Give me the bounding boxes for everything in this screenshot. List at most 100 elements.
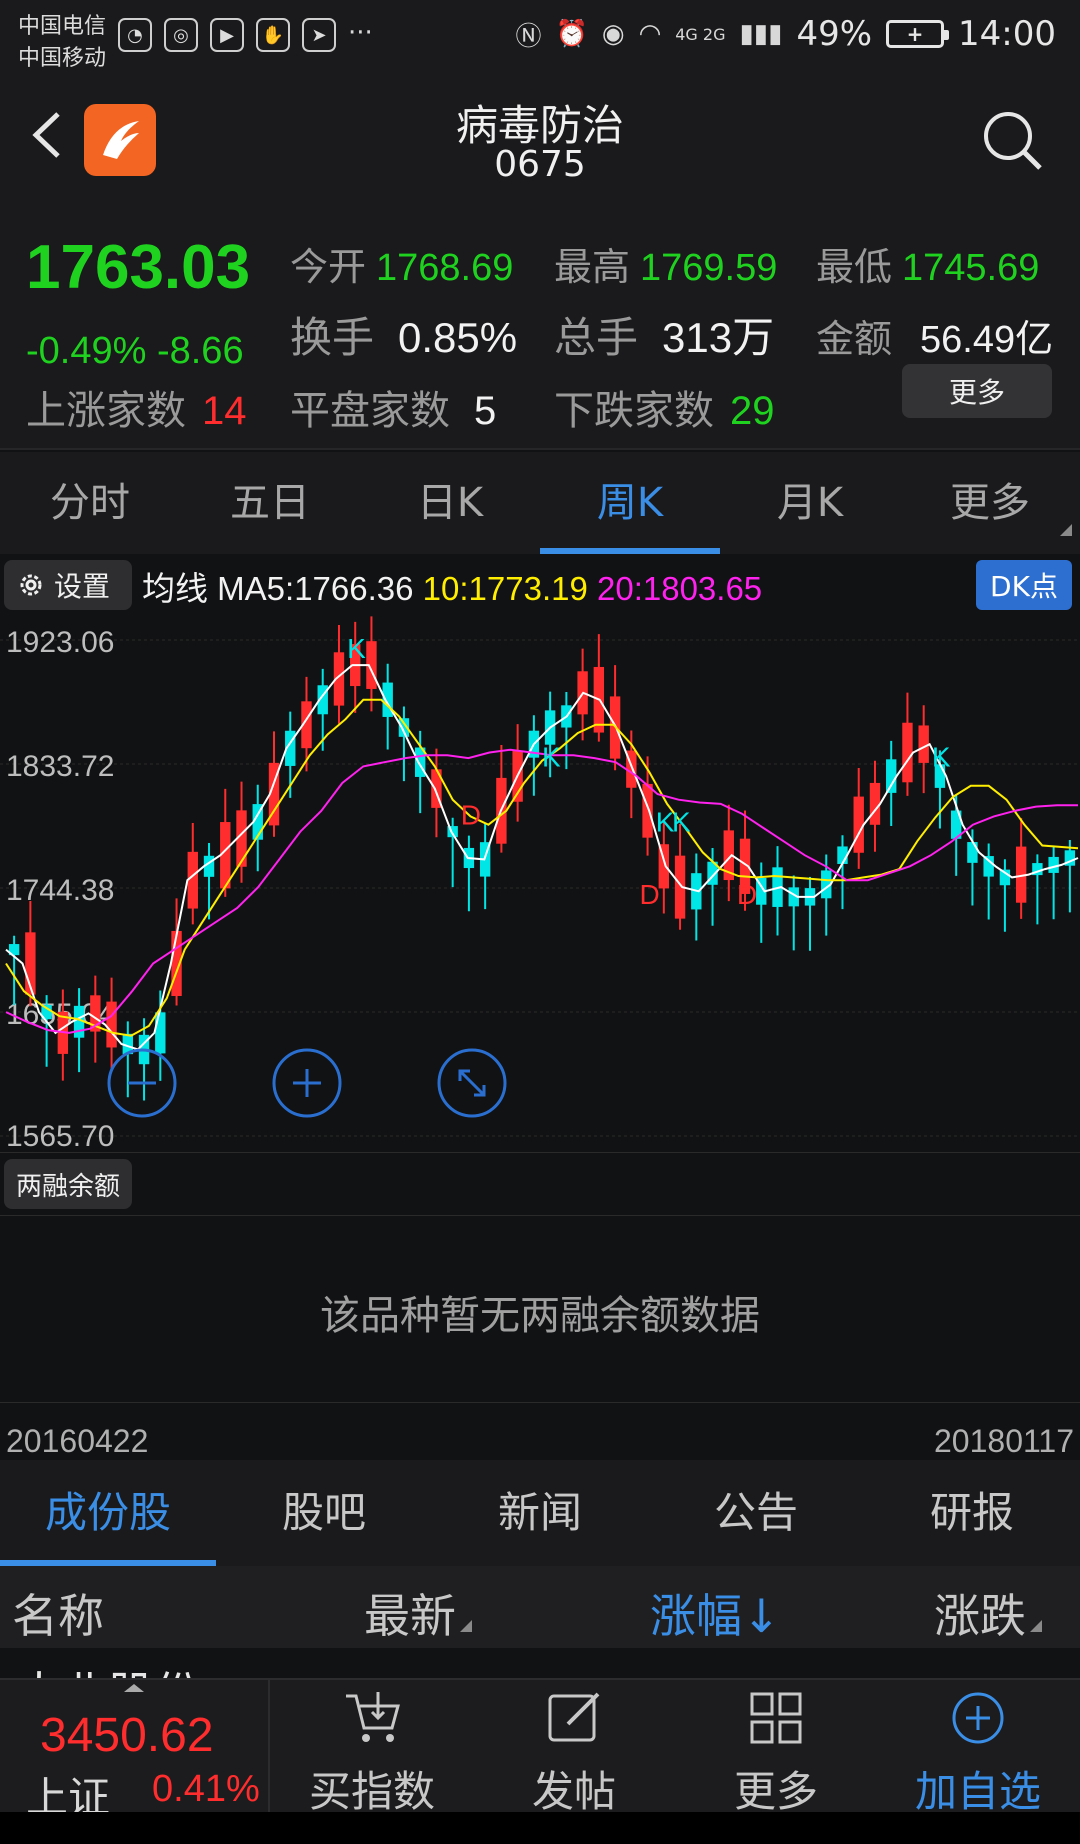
amount-value: 56.49亿 <box>920 319 1054 361</box>
chart-svg: 1923.061833.721744.381655.041565.70KKKKK… <box>0 616 1080 1152</box>
corner-arrow-icon <box>1060 524 1072 536</box>
ma5-value: 均线 MA5:1766.36 <box>142 570 414 607</box>
y-tick-label: 1923.06 <box>6 626 114 659</box>
ma-line-ma5 <box>5 664 1079 1051</box>
battery-percent: 49% <box>796 14 873 54</box>
tab-forum[interactable]: 股吧 <box>216 1460 432 1566</box>
candle-body <box>869 782 881 825</box>
up-count-label: 上涨家数 <box>26 388 186 434</box>
notification-icons: ◔ ◎ ▶ ✋ ➤ ··· <box>118 18 373 52</box>
column-change[interactable]: 涨跌 <box>934 1580 1042 1646</box>
tab-news[interactable]: 新闻 <box>432 1460 648 1566</box>
tab-daily-k[interactable]: 日K <box>360 452 540 554</box>
header: 病毒防治 0675 <box>0 80 1080 190</box>
candle-body <box>983 856 994 877</box>
volume-stat: 总手 313万 <box>554 304 774 365</box>
low-stat: 最低 1745.69 <box>816 236 1039 291</box>
date-end: 20180117 <box>934 1423 1074 1459</box>
system-nav-bar <box>0 1812 1080 1844</box>
high-stat: 最高 1769.59 <box>554 236 777 291</box>
chart-settings-button[interactable]: 设置 <box>4 560 132 610</box>
list-item-name: 大北股份 <box>16 1658 200 1678</box>
tab-weekly-k[interactable]: 周K <box>540 452 720 554</box>
wechat-icon: ◔ <box>118 18 152 52</box>
column-latest[interactable]: 最新 <box>364 1580 472 1646</box>
list-item[interactable]: 大北股份 <box>0 1648 1080 1678</box>
sort-corner-icon <box>1030 1620 1042 1632</box>
ma-values: 均线 MA5:1766.36 10:1773.19 20:1803.65 <box>142 562 762 610</box>
column-name: 名称 <box>12 1589 104 1643</box>
flat-count-stat: 平盘家数 5 <box>290 378 496 436</box>
post-label: 发帖 <box>531 1767 616 1816</box>
y-tick-label: 1744.38 <box>6 874 114 907</box>
signal-marker: K <box>347 633 366 664</box>
turnover-stat: 换手 0.85% <box>290 304 517 365</box>
sort-corner-icon <box>460 1620 472 1632</box>
flat-count-label: 平盘家数 <box>290 388 450 434</box>
ma-bar: 设置 均线 MA5:1766.36 10:1773.19 20:1803.65 … <box>0 554 1080 616</box>
browser-icon: ◎ <box>164 18 198 52</box>
clock: 14:00 <box>958 14 1056 54</box>
telegram-icon: ➤ <box>302 18 336 52</box>
cart-icon <box>346 1692 400 1742</box>
up-count-value: 14 <box>202 389 247 433</box>
margin-balance-tag[interactable]: 两融余额 <box>4 1159 132 1209</box>
signal-marker: D <box>737 879 757 910</box>
candlestick-chart[interactable]: 1923.061833.721744.381655.041565.70KKKKK… <box>0 616 1080 1152</box>
margin-empty-message: 该品种暂无两融余额数据 <box>320 1293 760 1339</box>
quote-more-button[interactable]: 更多 <box>902 364 1052 418</box>
search-icon[interactable] <box>980 108 1044 172</box>
dk-point-button[interactable]: DK点 <box>976 560 1072 610</box>
candle-body <box>187 851 198 909</box>
ma10-value: 10:1773.19 <box>422 570 588 607</box>
column-latest-label: 最新 <box>364 1589 456 1643</box>
tab-intraday[interactable]: 分时 <box>0 452 180 554</box>
caret-up-icon <box>124 1684 144 1692</box>
buy-index-label: 买指数 <box>308 1767 435 1816</box>
divider <box>0 1215 1080 1216</box>
period-tabs: 分时 五日 日K 周K 月K 更多 <box>0 452 1080 554</box>
open-stat: 今开 1768.69 <box>290 236 513 291</box>
alarm-icon: ⏰ <box>555 19 588 49</box>
column-change-label: 涨跌 <box>934 1589 1026 1643</box>
eye-icon: ◉ <box>601 19 625 49</box>
post-button[interactable]: 发帖 <box>474 1680 674 1816</box>
high-label: 最高 <box>554 245 631 289</box>
add-watchlist-button[interactable]: 加自选 <box>878 1680 1078 1816</box>
tab-announcements[interactable]: 公告 <box>648 1460 864 1566</box>
carrier-1: 中国电信 <box>18 14 107 39</box>
candle-body <box>1048 856 1059 873</box>
index-ticker[interactable]: 3450.62 上证 0.41% <box>0 1680 270 1822</box>
column-change-pct[interactable]: 涨幅↓ <box>650 1580 781 1646</box>
tab-five-day[interactable]: 五日 <box>180 452 360 554</box>
video-icon: ▶ <box>210 18 244 52</box>
tab-research[interactable]: 研报 <box>864 1460 1080 1566</box>
tab-monthly-k[interactable]: 月K <box>720 452 900 554</box>
signal-icon: ▮▮▮ <box>739 19 783 49</box>
battery-icon: + <box>886 20 950 48</box>
margin-panel: 两融余额 该品种暂无两融余额数据 <box>0 1152 1080 1402</box>
low-value: 1745.69 <box>902 247 1040 289</box>
quote-panel: 1763.03 -0.49% -8.66 今开 1768.69 最高 1769.59… <box>0 190 1080 450</box>
date-start: 20160422 <box>6 1423 149 1459</box>
date-range: 20160422 20180117 <box>0 1402 1080 1460</box>
more-label: 更多 <box>733 1767 818 1816</box>
buy-index-button[interactable]: 买指数 <box>272 1680 472 1816</box>
candle-body <box>853 796 864 853</box>
list-header: 名称 最新 涨幅↓ 涨跌 <box>0 1566 1080 1648</box>
open-label: 今开 <box>290 245 367 289</box>
candle-body <box>155 1012 166 1054</box>
volume-value: 313万 <box>662 314 775 361</box>
bottom-bar: 3450.62 上证 0.41% 买指数 发帖 更多 加自选 <box>0 1678 1080 1822</box>
tab-more-label: 更多 <box>950 480 1030 526</box>
nfc-icon: Ⓝ <box>515 21 542 52</box>
wifi-icon: ◠ <box>638 19 662 49</box>
tab-more-periods[interactable]: 更多 <box>900 452 1080 554</box>
more-button[interactable]: 更多 <box>676 1680 876 1816</box>
settings-label: 设置 <box>54 570 111 603</box>
flat-count-value: 5 <box>474 389 497 433</box>
price-change: -0.49% -8.66 <box>26 330 244 372</box>
tab-constituents[interactable]: 成份股 <box>0 1460 216 1566</box>
high-value: 1769.59 <box>640 247 778 289</box>
ma20-value: 20:1803.65 <box>597 570 763 607</box>
